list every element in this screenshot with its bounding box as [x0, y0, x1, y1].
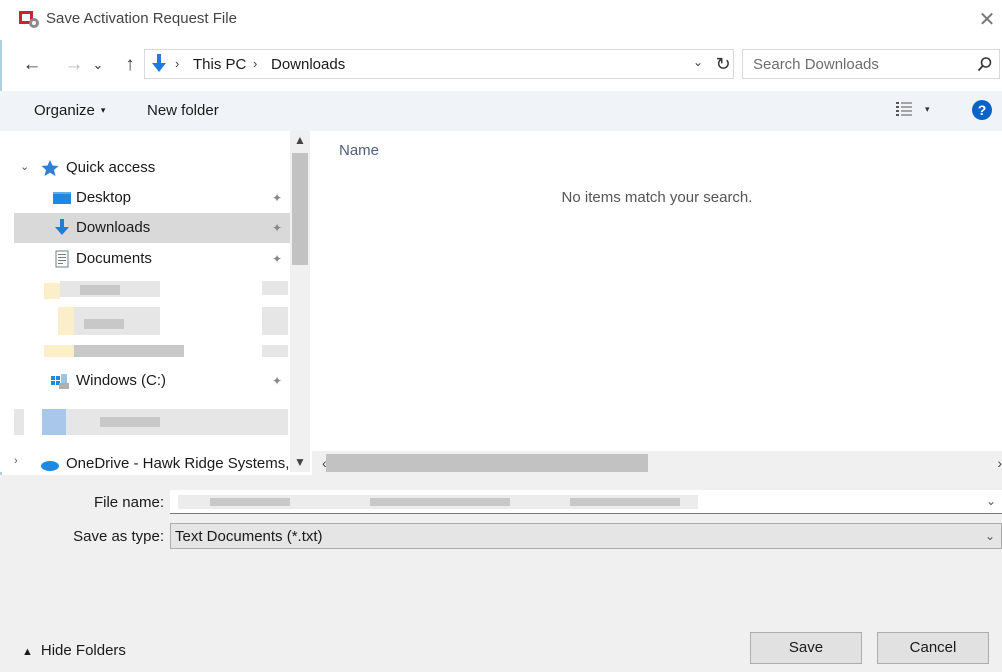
blurred-file-name-segment — [210, 498, 290, 506]
sidebar-item-desktop[interactable]: Desktop ✦ — [14, 183, 290, 213]
view-caret-icon[interactable]: ▾ — [925, 104, 930, 115]
save-button[interactable]: Save — [750, 632, 862, 664]
desktop-icon — [53, 192, 71, 204]
column-header-name[interactable]: Name — [339, 142, 379, 159]
chevron-up-icon: ▲ — [22, 646, 33, 658]
command-bar: Organize ▾ New folder ▾ ? — [0, 91, 1002, 131]
sidebar-item-label: Downloads — [76, 219, 151, 236]
file-list-scrollbar[interactable]: ‹ › — [312, 451, 1002, 475]
forward-button[interactable]: → — [62, 52, 86, 78]
hide-folders-label: Hide Folders — [40, 642, 126, 659]
save-as-type-label: Save as type: — [73, 528, 164, 545]
sidebar-item-label: Desktop — [76, 189, 132, 206]
scrollbar-thumb[interactable] — [326, 454, 648, 472]
navigation-pane: ⌄ Quick access Desktop ✦ Downloads ✦ Doc… — [0, 131, 312, 472]
breadcrumb-downloads[interactable]: Downloads — [271, 56, 345, 73]
sidebar-item-label: OneDrive - Hawk Ridge Systems, — [66, 455, 290, 472]
search-input[interactable] — [743, 50, 968, 78]
scrollbar-thumb[interactable] — [292, 153, 308, 265]
chevron-down-icon[interactable]: ⌄ — [693, 55, 703, 69]
blurred-file-name-segment — [370, 498, 510, 506]
breadcrumb-separator: › — [175, 56, 180, 71]
sidebar-item-label: Quick access — [66, 159, 156, 176]
sidebar-item-onedrive[interactable]: › OneDrive - Hawk Ridge Systems, — [14, 449, 290, 472]
help-icon[interactable]: ? — [972, 100, 992, 120]
save-options-area: File name: ⌄ Save as type: Text Document… — [0, 475, 1002, 672]
breadcrumb-separator: › — [253, 56, 258, 71]
hide-folders-button[interactable]: ▲ Hide Folders — [22, 642, 126, 659]
cloud-icon — [41, 461, 59, 471]
chevron-down-icon[interactable]: ⌄ — [20, 160, 29, 173]
view-options-icon[interactable] — [896, 101, 912, 117]
refresh-icon[interactable]: ↻ — [713, 52, 733, 76]
address-bar[interactable]: › This PC › Downloads ⌄ ↻ — [144, 49, 734, 79]
save-as-type-value: Text Documents (*.txt) — [175, 528, 323, 545]
pin-icon[interactable]: ✦ — [272, 374, 282, 388]
save-as-type-select[interactable]: Text Documents (*.txt) ⌄ — [170, 523, 1002, 549]
new-folder-button[interactable]: New folder — [147, 102, 219, 119]
sidebar-item-downloads[interactable]: Downloads ✦ — [14, 213, 290, 243]
empty-message: No items match your search. — [561, 189, 753, 206]
caret-down-icon: ▾ — [100, 105, 106, 115]
star-icon — [41, 160, 59, 176]
file-name-label: File name: — [93, 494, 164, 511]
download-arrow-icon — [55, 219, 69, 235]
back-button[interactable]: ← — [20, 52, 44, 78]
recent-locations-button[interactable]: ⌄ — [90, 52, 106, 78]
navigation-bar: ← → ⌄ ↑ › This PC › Downloads ⌄ ↻ — [0, 46, 1002, 90]
chevron-down-icon[interactable]: ⌄ — [986, 494, 996, 508]
blurred-file-name-segment — [570, 498, 680, 506]
search-icon[interactable] — [977, 56, 993, 72]
sidebar-item-label: Documents — [76, 250, 152, 267]
pin-icon[interactable]: ✦ — [272, 221, 282, 235]
navigation-pane-scrollbar[interactable]: ▲ ▼ — [290, 131, 310, 472]
drive-icon — [51, 374, 69, 389]
sidebar-item-windows-c[interactable]: Windows (C:) ✦ — [14, 366, 290, 396]
download-arrow-icon — [152, 54, 166, 72]
title-bar: Save Activation Request File ✕ — [0, 0, 1002, 40]
scroll-down-icon[interactable]: ▼ — [290, 455, 310, 469]
file-list-pane: Name No items match your search. — [312, 131, 1002, 451]
sidebar-item-documents[interactable]: Documents ✦ — [14, 244, 290, 274]
up-button[interactable]: ↑ — [118, 52, 142, 78]
pin-icon[interactable]: ✦ — [272, 252, 282, 266]
organize-label: Organize — [34, 102, 95, 119]
sidebar-item-label: Windows (C:) — [76, 372, 167, 389]
window-title: Save Activation Request File — [46, 10, 237, 27]
scroll-up-icon[interactable]: ▲ — [290, 133, 310, 147]
app-icon — [19, 11, 39, 28]
cancel-button[interactable]: Cancel — [877, 632, 989, 664]
sidebar-item-quick-access[interactable]: ⌄ Quick access — [14, 153, 290, 183]
organize-button[interactable]: Organize ▾ — [34, 102, 105, 119]
file-name-field[interactable]: ⌄ — [170, 490, 1002, 514]
pin-icon[interactable]: ✦ — [272, 191, 282, 205]
search-box[interactable] — [742, 49, 1000, 79]
chevron-right-icon[interactable]: › — [14, 455, 18, 467]
scroll-right-icon[interactable]: › — [997, 455, 1002, 471]
close-button[interactable]: ✕ — [972, 6, 1002, 34]
chevron-down-icon[interactable]: ⌄ — [985, 529, 995, 543]
breadcrumb-this-pc[interactable]: This PC — [193, 56, 246, 73]
documents-icon — [55, 250, 69, 268]
